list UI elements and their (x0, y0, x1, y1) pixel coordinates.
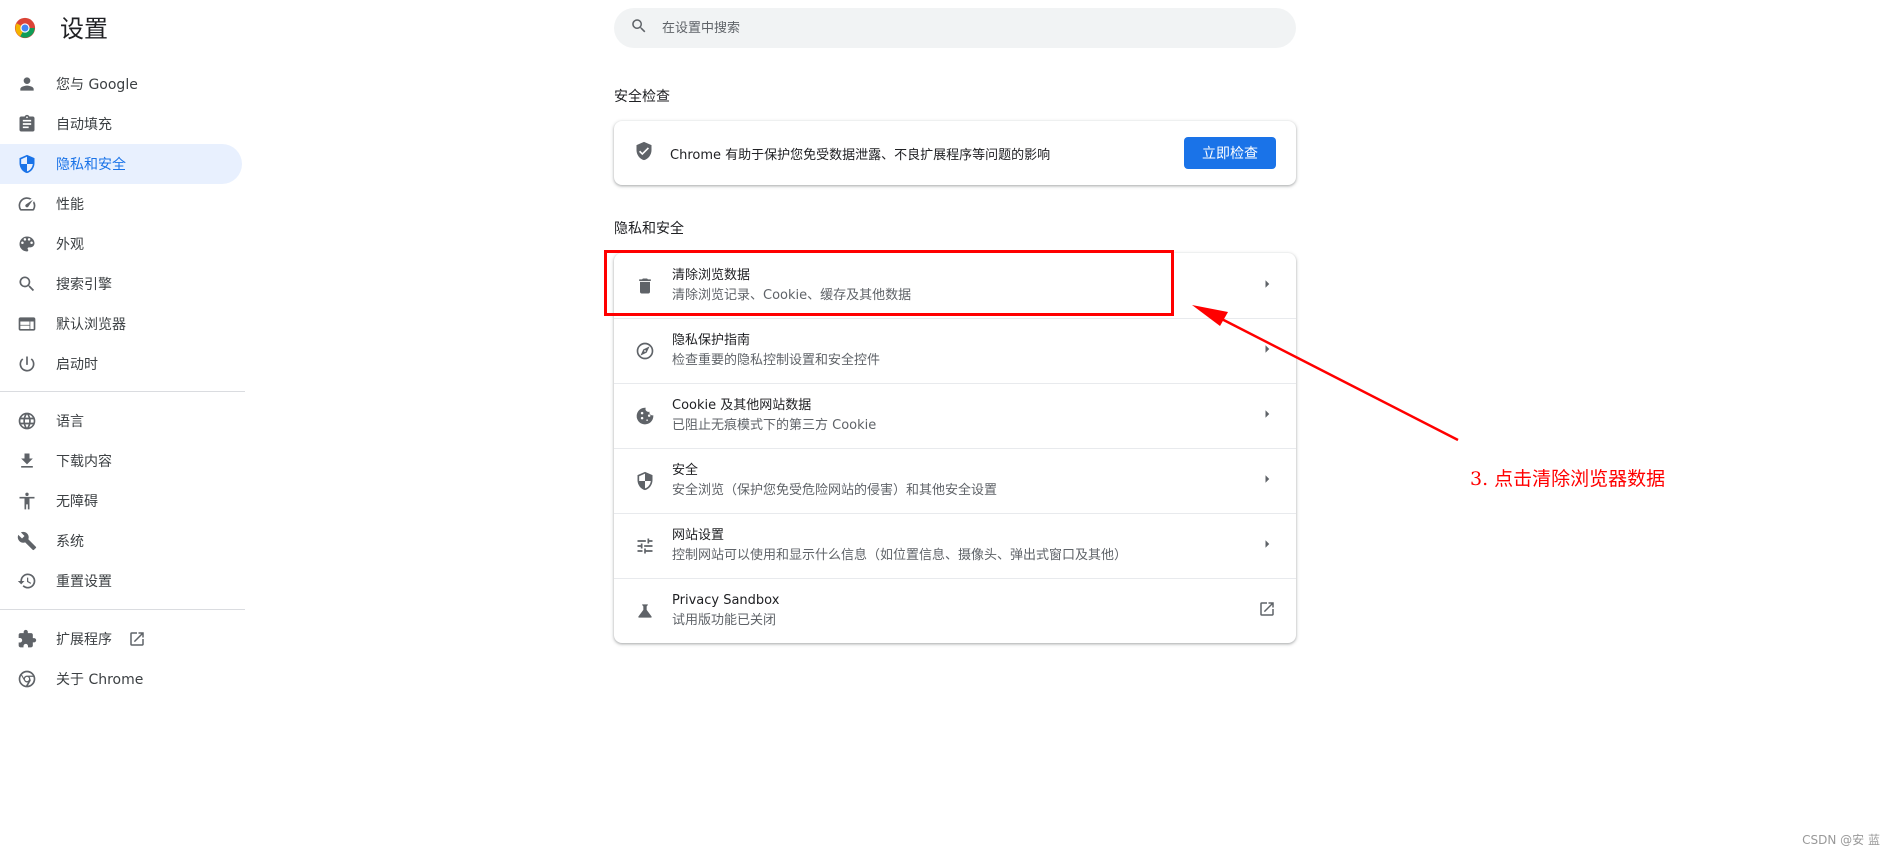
open-in-new-icon (128, 630, 146, 648)
verified-shield-icon (634, 141, 654, 165)
history-icon (16, 570, 38, 592)
row-subtitle: 安全浏览（保护您免受危险网站的侵害）和其他安全设置 (672, 483, 998, 498)
sidebar-item-autofill[interactable]: 自动填充 (0, 104, 242, 144)
sidebar-item-label: 您与 Google (56, 77, 138, 93)
safety-check-card: Chrome 有助于保护您免受数据泄露、不良扩展程序等问题的影响 立即检查 (614, 121, 1296, 185)
sidebar-item-label: 隐私和安全 (56, 157, 126, 173)
flask-icon (634, 600, 656, 622)
sidebar-item-extensions[interactable]: 扩展程序 (0, 619, 242, 659)
tune-icon (634, 535, 656, 557)
wrench-icon (16, 530, 38, 552)
arrow-right-icon (1258, 405, 1276, 427)
search-icon (630, 17, 662, 39)
sidebar-item-privacy-security[interactable]: 隐私和安全 (0, 144, 242, 184)
sidebar-item-system[interactable]: 系统 (0, 521, 242, 561)
search-bar[interactable] (614, 8, 1296, 48)
sidebar-item-label: 默认浏览器 (56, 317, 126, 333)
cookie-icon (634, 405, 656, 427)
shield-icon (16, 153, 38, 175)
person-icon (16, 73, 38, 95)
row-subtitle: 检查重要的隐私控制设置和安全控件 (672, 353, 881, 368)
annotation-highlight-box (604, 250, 1174, 316)
sidebar-item-appearance[interactable]: 外观 (0, 224, 242, 264)
row-subtitle: 已阻止无痕模式下的第三方 Cookie (672, 418, 877, 433)
sidebar-item-reset-settings[interactable]: 重置设置 (0, 561, 242, 601)
privacy-section-heading: 隐私和安全 (614, 221, 684, 237)
arrow-right-icon (1258, 470, 1276, 492)
row-title: 安全 (672, 463, 699, 478)
row-title: 隐私保护指南 (672, 333, 751, 348)
row-title: Cookie 及其他网站数据 (672, 398, 812, 413)
open-in-new-icon (1258, 600, 1276, 622)
sidebar-item-label: 下载内容 (56, 454, 112, 470)
download-icon (16, 450, 38, 472)
sidebar-item-you-and-google[interactable]: 您与 Google (0, 64, 242, 104)
sidebar-item-about-chrome[interactable]: 关于 Chrome (0, 659, 242, 699)
security-row[interactable]: 安全 安全浏览（保护您免受危险网站的侵害）和其他安全设置 (614, 448, 1296, 513)
sidebar-item-default-browser[interactable]: 默认浏览器 (0, 304, 242, 344)
site-settings-row[interactable]: 网站设置 控制网站可以使用和显示什么信息（如位置信息、摄像头、弹出式窗口及其他） (614, 513, 1296, 578)
sidebar-item-performance[interactable]: 性能 (0, 184, 242, 224)
palette-icon (16, 233, 38, 255)
sidebar-divider (0, 609, 245, 610)
arrow-right-icon (1258, 275, 1276, 297)
globe-icon (16, 410, 38, 432)
sidebar-item-languages[interactable]: 语言 (0, 401, 242, 441)
sidebar: 您与 Google 自动填充 隐私和安全 性能 外观 搜索引擎 默认浏览器 启动… (0, 0, 245, 854)
search-icon (16, 273, 38, 295)
safety-check-description: Chrome 有助于保护您免受数据泄露、不良扩展程序等问题的影响 (670, 147, 1051, 163)
puzzle-icon (16, 628, 38, 650)
sidebar-item-label: 关于 Chrome (56, 672, 144, 688)
privacy-sandbox-row[interactable]: Privacy Sandbox 试用版功能已关闭 (614, 578, 1296, 643)
sidebar-item-label: 系统 (56, 534, 84, 550)
sidebar-item-on-startup[interactable]: 启动时 (0, 344, 242, 384)
sidebar-item-label: 语言 (56, 414, 84, 430)
sidebar-item-label: 扩展程序 (56, 632, 112, 648)
check-now-button[interactable]: 立即检查 (1184, 137, 1276, 169)
speedometer-icon (16, 193, 38, 215)
sidebar-item-label: 自动填充 (56, 117, 112, 133)
safety-check-heading: 安全检查 (614, 89, 670, 105)
sidebar-item-label: 性能 (56, 197, 84, 213)
security-shield-icon (634, 470, 656, 492)
row-title: 网站设置 (672, 528, 725, 543)
chrome-icon (16, 668, 38, 690)
watermark: CSDN @安 蓝 (1802, 833, 1880, 847)
clipboard-icon (16, 113, 38, 135)
cookies-row[interactable]: Cookie 及其他网站数据 已阻止无痕模式下的第三方 Cookie (614, 383, 1296, 448)
sidebar-item-downloads[interactable]: 下载内容 (0, 441, 242, 481)
compass-icon (634, 340, 656, 362)
sidebar-item-label: 启动时 (56, 357, 98, 373)
annotation-text: 3. 点击清除浏览器数据 (1470, 468, 1666, 490)
sidebar-item-search-engine[interactable]: 搜索引擎 (0, 264, 242, 304)
privacy-guide-row[interactable]: 隐私保护指南 检查重要的隐私控制设置和安全控件 (614, 318, 1296, 383)
sidebar-item-accessibility[interactable]: 无障碍 (0, 481, 242, 521)
arrow-right-icon (1258, 535, 1276, 557)
sidebar-item-label: 无障碍 (56, 494, 98, 510)
sidebar-item-label: 外观 (56, 237, 84, 253)
sidebar-item-label: 重置设置 (56, 574, 112, 590)
row-subtitle: 试用版功能已关闭 (672, 613, 777, 628)
sidebar-divider (0, 391, 245, 392)
sidebar-item-label: 搜索引擎 (56, 277, 112, 293)
row-subtitle: 控制网站可以使用和显示什么信息（如位置信息、摄像头、弹出式窗口及其他） (672, 548, 1128, 563)
browser-icon (16, 313, 38, 335)
accessibility-icon (16, 490, 38, 512)
row-title: Privacy Sandbox (672, 593, 780, 608)
power-icon (16, 353, 38, 375)
search-input[interactable] (662, 20, 1222, 36)
arrow-right-icon (1258, 340, 1276, 362)
